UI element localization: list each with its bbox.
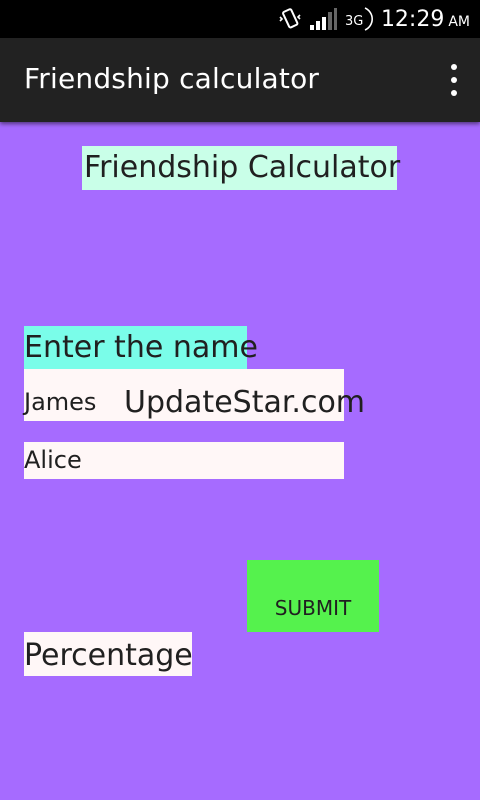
svg-text:3G: 3G bbox=[345, 14, 363, 29]
page-title: Friendship Calculator bbox=[82, 146, 400, 190]
status-time: 12:29 AM bbox=[381, 7, 470, 32]
status-time-ampm: AM bbox=[448, 13, 470, 30]
enter-name-label: Enter the name bbox=[24, 326, 258, 370]
status-time-value: 12:29 bbox=[380, 6, 445, 32]
name1-value: James bbox=[24, 388, 97, 416]
status-bar: 3G 12:29 AM bbox=[0, 0, 480, 38]
vibrate-icon bbox=[279, 8, 301, 29]
watermark-text: UpdateStar.com bbox=[124, 385, 366, 420]
overflow-dot bbox=[451, 64, 457, 70]
name2-value: Alice bbox=[24, 446, 82, 474]
name2-field[interactable]: Alice bbox=[24, 442, 344, 479]
status-icons: 3G 12:29 AM bbox=[277, 0, 470, 38]
overflow-dot bbox=[451, 90, 457, 96]
submit-button[interactable]: SUBMIT bbox=[247, 560, 379, 632]
network-3g-icon: 3G bbox=[345, 7, 373, 31]
action-bar: Friendship calculator bbox=[0, 38, 480, 122]
overflow-dot bbox=[451, 77, 457, 83]
overflow-menu-icon[interactable] bbox=[442, 64, 466, 96]
app-title: Friendship calculator bbox=[24, 62, 320, 95]
percentage-label: Percentage bbox=[24, 632, 193, 676]
signal-icon bbox=[309, 8, 337, 30]
